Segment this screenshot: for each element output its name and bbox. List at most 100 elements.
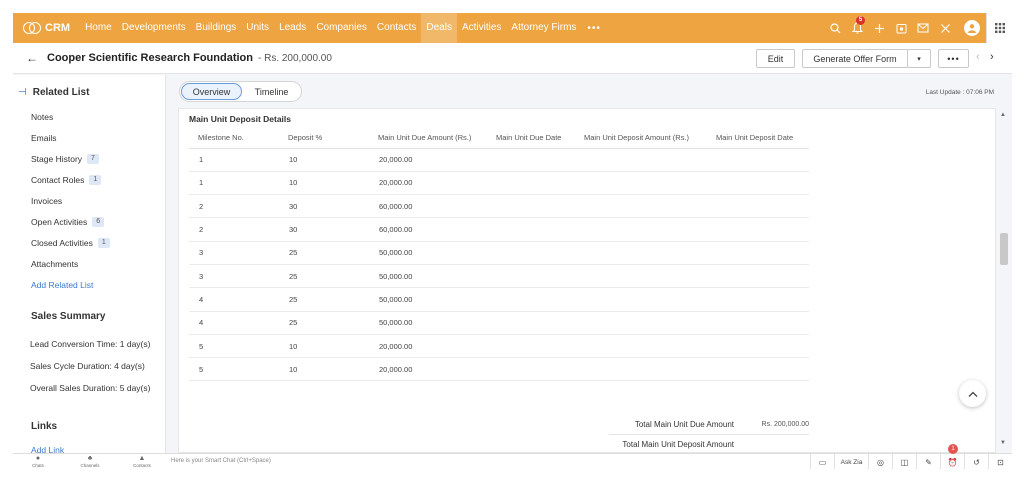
deposit-amount-cell bbox=[575, 217, 707, 242]
offer-dropdown-button[interactable]: ▾ bbox=[907, 49, 931, 68]
sidebar-item-label: Emails bbox=[31, 133, 57, 143]
bell-icon[interactable]: 5 bbox=[846, 13, 868, 43]
user-avatar[interactable] bbox=[964, 20, 980, 36]
signal-icon[interactable]: ✎ bbox=[916, 454, 940, 469]
generate-offer-form-button[interactable]: Generate Offer Form bbox=[802, 49, 908, 68]
collapse-sidebar-icon[interactable]: ⊣ bbox=[18, 87, 27, 98]
sidebar-item-emails[interactable]: Emails bbox=[31, 133, 57, 143]
sidebar-item-closed-activities[interactable]: Closed Activities 1 bbox=[31, 238, 110, 248]
totals-block: Total Main Unit Due Amount Rs. 200,000.0… bbox=[609, 415, 809, 452]
contacts-button[interactable]: ▲ Contacts bbox=[127, 455, 157, 468]
column-header[interactable]: Main Unit Deposit Amount (Rs.) bbox=[575, 127, 707, 149]
sidebar-item-invoices[interactable]: Invoices bbox=[31, 196, 62, 206]
sidebar-item-contact-roles[interactable]: Contact Roles 1 bbox=[31, 175, 102, 185]
sidebar-item-open-activities[interactable]: Open Activities 6 bbox=[31, 217, 105, 227]
edit-button[interactable]: Edit bbox=[756, 49, 795, 68]
crm-logo-icon bbox=[23, 22, 41, 34]
nav-developments[interactable]: Developments bbox=[117, 13, 191, 43]
more-actions-button[interactable]: ••• bbox=[938, 49, 969, 68]
plus-icon[interactable] bbox=[868, 13, 890, 43]
related-list-header[interactable]: ⊣ Related List bbox=[18, 87, 89, 98]
nav-contacts[interactable]: Contacts bbox=[372, 13, 421, 43]
sidebar-item-label: Contact Roles bbox=[31, 175, 85, 185]
count-badge: 6 bbox=[92, 217, 105, 227]
sidebar-item-attachments[interactable]: Attachments bbox=[31, 259, 78, 269]
alarm-clock-icon[interactable]: ⏰ 1 bbox=[940, 444, 964, 469]
table-row[interactable]: 4 25 50,000.00 bbox=[189, 311, 809, 335]
scroll-to-top-button[interactable] bbox=[959, 380, 986, 407]
add-link[interactable]: Add Link bbox=[31, 445, 64, 453]
tab-timeline[interactable]: Timeline bbox=[242, 87, 301, 97]
table-row[interactable]: 3 25 50,000.00 bbox=[189, 241, 809, 265]
milestone-cell: 3 bbox=[189, 241, 279, 265]
sidebar-item-notes[interactable]: Notes bbox=[31, 112, 53, 122]
mail-icon[interactable] bbox=[912, 13, 934, 43]
smart-chat-input[interactable]: Here is your Smart Chat (Ctrl+Space) bbox=[171, 458, 271, 464]
total-deposit-row: Total Main Unit Deposit Amount bbox=[609, 435, 809, 452]
nav-leads[interactable]: Leads bbox=[274, 13, 311, 43]
table-row[interactable]: 3 25 50,000.00 bbox=[189, 264, 809, 289]
nav-companies[interactable]: Companies bbox=[311, 13, 372, 43]
deposit-date-cell bbox=[707, 171, 809, 196]
table-row[interactable]: 1 10 20,000.00 bbox=[189, 148, 809, 172]
previous-record-icon[interactable]: ‹ bbox=[976, 51, 980, 63]
deposit-date-cell bbox=[707, 357, 809, 382]
crm-logo[interactable]: CRM bbox=[23, 22, 70, 34]
table-row[interactable]: 5 10 20,000.00 bbox=[189, 357, 809, 382]
nav-deals[interactable]: Deals bbox=[421, 13, 457, 43]
links-title: Links bbox=[31, 421, 58, 432]
table-row[interactable]: 5 10 20,000.00 bbox=[189, 334, 809, 359]
screen-share-icon[interactable]: ▭ bbox=[810, 454, 834, 469]
nav-units[interactable]: Units bbox=[241, 13, 274, 43]
search-icon[interactable] bbox=[824, 13, 846, 43]
add-related-list-link[interactable]: Add Related List bbox=[31, 280, 93, 290]
table-row[interactable]: 2 30 60,000.00 bbox=[189, 217, 809, 242]
lead-conversion-time: Lead Conversion Time: 1 day(s) bbox=[30, 339, 151, 349]
deposit-amount-cell bbox=[575, 264, 707, 289]
due-date-cell bbox=[487, 241, 575, 265]
table-row[interactable]: 4 25 50,000.00 bbox=[189, 287, 809, 312]
sidebar-item-stage-history[interactable]: Stage History 7 bbox=[31, 154, 99, 164]
trash-icon[interactable]: ⊡ bbox=[988, 454, 1012, 469]
table-row[interactable]: 1 10 20,000.00 bbox=[189, 171, 809, 196]
table-row[interactable]: 2 30 60,000.00 bbox=[189, 194, 809, 219]
nav-attorney-firms[interactable]: Attorney Firms bbox=[506, 13, 581, 43]
calendar-icon[interactable] bbox=[890, 13, 912, 43]
scrollbar-thumb[interactable] bbox=[1000, 233, 1008, 265]
deposit-date-cell bbox=[707, 148, 809, 172]
sidebar-item-label: Notes bbox=[31, 112, 54, 122]
deposit-percent-cell: 30 bbox=[279, 194, 369, 219]
nav-home[interactable]: Home bbox=[80, 13, 117, 43]
clipboard-icon[interactable]: ◫ bbox=[892, 454, 916, 469]
back-arrow-icon[interactable]: ← bbox=[26, 51, 38, 65]
next-record-icon[interactable]: › bbox=[990, 51, 994, 63]
chat-icon: ● bbox=[35, 455, 41, 462]
nav-buildings[interactable]: Buildings bbox=[191, 13, 242, 43]
column-header[interactable]: Main Unit Due Amount (Rs.) bbox=[369, 127, 487, 149]
scroll-up-arrow-icon[interactable]: ▲ bbox=[1000, 112, 1006, 118]
related-list-title: Related List bbox=[32, 87, 90, 98]
gamepad-icon[interactable]: ◎ bbox=[868, 454, 892, 469]
column-header[interactable]: Milestone No. bbox=[189, 127, 279, 149]
nav-more-button[interactable]: ••• bbox=[581, 23, 607, 34]
scroll-down-arrow-icon[interactable]: ▼ bbox=[1000, 440, 1006, 446]
due-amount-cell: 60,000.00 bbox=[369, 217, 487, 242]
tab-overview[interactable]: Overview bbox=[181, 83, 242, 100]
history-icon[interactable]: ↺ bbox=[964, 454, 988, 469]
vertical-scrollbar[interactable]: ▲ ▼ bbox=[999, 108, 1009, 453]
channels-icon: ♣ bbox=[87, 455, 93, 462]
column-header[interactable]: Deposit % bbox=[279, 127, 369, 149]
column-header[interactable]: Main Unit Due Date bbox=[487, 127, 575, 149]
tools-icon[interactable] bbox=[934, 13, 956, 43]
nav-activities[interactable]: Activities bbox=[457, 13, 506, 43]
chats-button[interactable]: ● Chats bbox=[23, 455, 53, 468]
ask-zia-button[interactable]: Ask Zia bbox=[834, 454, 868, 469]
channels-button[interactable]: ♣ Channels bbox=[75, 455, 105, 468]
column-header[interactable]: Main Unit Deposit Date bbox=[707, 127, 809, 149]
due-amount-cell: 60,000.00 bbox=[369, 194, 487, 219]
apps-grid-icon[interactable] bbox=[986, 13, 1012, 43]
chevron-up-icon bbox=[968, 391, 977, 397]
nav-right-tools: 5 bbox=[824, 13, 1012, 43]
deposit-date-cell bbox=[707, 264, 809, 289]
crm-brand-label: CRM bbox=[45, 22, 71, 34]
